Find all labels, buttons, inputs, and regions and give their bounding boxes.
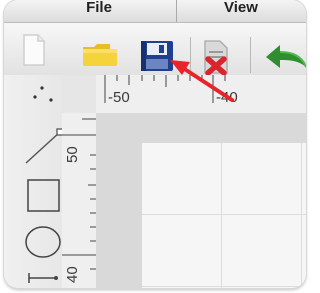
rectangle-tool-icon	[27, 179, 60, 212]
menu-bar: File View	[4, 0, 306, 23]
pointer-tool[interactable]	[32, 85, 56, 110]
open-folder-button[interactable]	[82, 43, 118, 72]
ruler-label: -40	[216, 89, 238, 106]
drawing-canvas[interactable]	[142, 143, 306, 288]
ellipse-tool-icon	[25, 226, 61, 258]
delete-button[interactable]	[202, 39, 232, 80]
ruler-corner	[62, 75, 96, 113]
new-document-icon	[23, 34, 45, 66]
vertical-ruler-ticks	[62, 118, 96, 270]
ruler-label: -50	[108, 89, 130, 106]
save-button[interactable]	[140, 40, 174, 77]
ellipse-tool[interactable]	[24, 225, 62, 264]
toolbar	[4, 23, 306, 78]
horizontal-ruler: -50 -40	[62, 75, 306, 114]
undo-arrow-icon	[266, 45, 306, 68]
rectangle-tool[interactable]	[26, 178, 62, 219]
horizontal-ruler-ticks	[77, 75, 226, 103]
delete-icon	[204, 40, 228, 76]
dots-tool-icon	[33, 86, 53, 102]
toolbar-separator	[250, 37, 251, 73]
ruler-label: 50	[64, 146, 81, 163]
ruler-label: 40	[64, 266, 81, 283]
line-tool-icon	[25, 128, 64, 164]
screenshot-frame: File View -50 -40 50 40	[4, 0, 306, 288]
undo-button[interactable]	[264, 41, 306, 78]
folder-icon	[83, 44, 117, 66]
connector-tool[interactable]	[26, 271, 60, 288]
save-disk-icon	[141, 41, 173, 71]
tools-palette	[4, 75, 64, 288]
toolbar-separator	[190, 37, 191, 73]
menu-view[interactable]: View	[176, 0, 306, 21]
new-document-button[interactable]	[22, 33, 46, 72]
connector-tool-icon	[28, 273, 58, 283]
line-tool[interactable]	[22, 127, 66, 172]
menu-file[interactable]: File	[24, 0, 174, 21]
vertical-ruler: 50 40	[62, 113, 97, 288]
